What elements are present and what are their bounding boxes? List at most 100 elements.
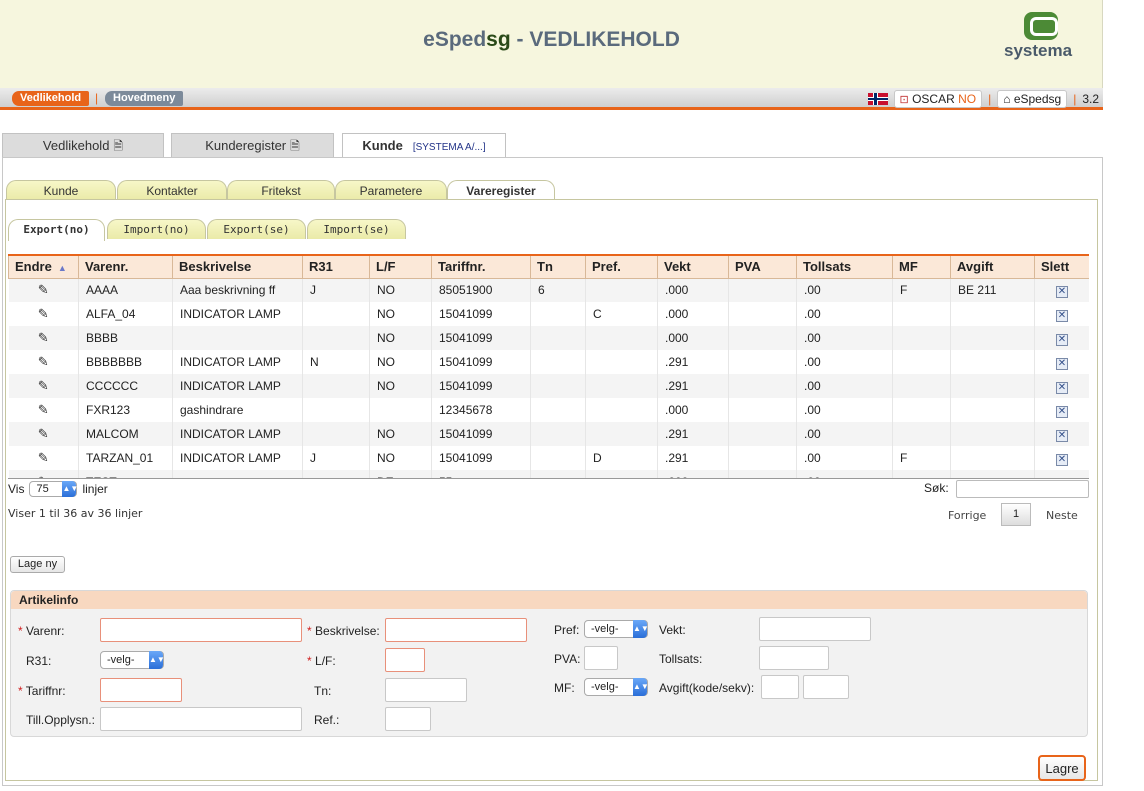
table-row[interactable]: ✎ AAAA Aaa beskrivning ff J NO 85051900 6 .000.… [8, 278, 1089, 302]
tab-kunderegister[interactable]: Kunderegister 🗎 [171, 133, 334, 157]
subtab-kontakter[interactable]: Kontakter [117, 180, 227, 200]
col-pref[interactable]: Pref. [585, 254, 658, 279]
subtab-fritekst[interactable]: Fritekst [227, 180, 335, 200]
delete-cell[interactable]: ✕ [1034, 398, 1089, 422]
col-tariffnr[interactable]: Tariffnr. [431, 254, 531, 279]
pva-input[interactable] [584, 646, 618, 670]
delete-icon[interactable]: ✕ [1056, 429, 1068, 442]
delete-icon[interactable]: ✕ [1056, 477, 1068, 478]
nav-vedlikehold[interactable]: Vedlikehold [12, 91, 90, 106]
edit-cell[interactable]: ✎ [8, 446, 79, 470]
col-mf[interactable]: MF [892, 254, 951, 279]
tab-vedlikehold[interactable]: Vedlikehold 🗎 [2, 133, 164, 157]
table-row[interactable]: ✎ CCCCCC INDICATOR LAMP NO 15041099 .291 .00 ✕ [8, 374, 1089, 398]
table-row[interactable]: ✎ MALCOM INDICATOR LAMP NO 15041099 .291 .00 ✕ [8, 422, 1089, 446]
pencil-icon[interactable]: ✎ [38, 354, 49, 369]
edit-cell[interactable]: ✎ [8, 470, 79, 478]
till-opplysn-input[interactable] [100, 707, 302, 731]
table-row[interactable]: ✎ BBBBBBB INDICATOR LAMP N NO 15041099 .291 .00… [8, 350, 1089, 374]
pencil-icon[interactable]: ✎ [38, 378, 49, 393]
edit-cell[interactable]: ✎ [8, 398, 79, 422]
edit-cell[interactable]: ✎ [8, 302, 79, 326]
delete-icon[interactable]: ✕ [1056, 405, 1068, 418]
col-tn[interactable]: Tn [530, 254, 586, 279]
ref-input[interactable] [385, 707, 431, 731]
col-vekt[interactable]: Vekt [657, 254, 729, 279]
beskrivelse-input[interactable] [385, 618, 527, 642]
lage-ny-button[interactable]: Lage ny [10, 556, 65, 573]
vare-table-scroll[interactable]: Endre ▲ Varenr. Beskrivelse R31 L/F Tarif… [8, 254, 1089, 479]
varenr-input[interactable] [100, 618, 302, 642]
table-row[interactable]: ✎ ALFA_04 INDICATOR LAMP NO 15041099 C .000 .00… [8, 302, 1089, 326]
pencil-icon[interactable]: ✎ [38, 450, 49, 465]
col-slett[interactable]: Slett [1034, 254, 1089, 279]
edit-cell[interactable]: ✎ [8, 422, 79, 446]
norway-flag-icon[interactable] [867, 93, 888, 105]
col-beskrivelse[interactable]: Beskrivelse [172, 254, 303, 279]
delete-cell[interactable]: ✕ [1034, 374, 1089, 398]
pencil-icon[interactable]: ✎ [38, 426, 49, 441]
col-lf[interactable]: L/F [369, 254, 432, 279]
col-tollsats[interactable]: Tollsats [796, 254, 893, 279]
search-input[interactable] [956, 480, 1089, 498]
delete-cell[interactable]: ✕ [1034, 302, 1089, 326]
nav-hovedmeny[interactable]: Hovedmeny [105, 91, 184, 106]
delete-icon[interactable]: ✕ [1056, 381, 1068, 394]
delete-cell[interactable]: ✕ [1034, 350, 1089, 374]
col-endre[interactable]: Endre ▲ [8, 254, 79, 279]
vekt-input[interactable] [759, 617, 871, 641]
delete-icon[interactable]: ✕ [1056, 453, 1068, 466]
col-avgift[interactable]: Avgift [950, 254, 1035, 279]
table-row[interactable]: ✎ TARZAN_01 INDICATOR LAMP J NO 15041099 D .291… [8, 446, 1089, 470]
edit-cell[interactable]: ✎ [8, 350, 79, 374]
pencil-icon[interactable]: ✎ [38, 474, 49, 478]
app-link[interactable]: ⌂ eSpedsg [997, 90, 1068, 108]
r31-select[interactable]: -velg- ▲▼ [100, 651, 165, 669]
delete-cell[interactable]: ✕ [1034, 446, 1089, 470]
table-cell [728, 350, 797, 374]
tab-import-se[interactable]: Import(se) [307, 219, 406, 239]
table-row[interactable]: ✎ BBBB NO 15041099 .000 .00 ✕ [8, 326, 1089, 350]
tab-export-se[interactable]: Export(se) [207, 219, 306, 239]
table-row[interactable]: ✎ FXR123 gashindrare 12345678 .000 .00 ✕ [8, 398, 1089, 422]
table-cell [728, 302, 797, 326]
pencil-icon[interactable]: ✎ [38, 306, 49, 321]
lf-input[interactable] [385, 648, 425, 672]
edit-cell[interactable]: ✎ [8, 326, 79, 350]
prev-page-button[interactable]: Forrige [948, 509, 986, 522]
delete-cell[interactable]: ✕ [1034, 422, 1089, 446]
col-pva[interactable]: PVA [728, 254, 797, 279]
col-varenr[interactable]: Varenr. [78, 254, 173, 279]
page-number-button[interactable]: 1 [1001, 503, 1031, 526]
delete-cell[interactable]: ✕ [1034, 326, 1089, 350]
avgift-kode-input[interactable] [761, 675, 799, 699]
delete-icon[interactable]: ✕ [1056, 357, 1068, 370]
lagre-button[interactable]: Lagre [1038, 755, 1086, 781]
page-length-select[interactable]: 75 ▲▼ [29, 481, 78, 497]
avgift-sekv-input[interactable] [803, 675, 849, 699]
table-row[interactable]: ✎ TEST DE55 .000 .00 ✕ [8, 470, 1089, 478]
pencil-icon[interactable]: ✎ [38, 282, 49, 297]
subtab-kunde[interactable]: Kunde [6, 180, 116, 200]
tab-kunde[interactable]: Kunde [SYSTEMA A/...] [342, 133, 506, 159]
pencil-icon[interactable]: ✎ [38, 330, 49, 345]
mf-select[interactable]: -velg- ▲▼ [584, 678, 649, 696]
delete-icon[interactable]: ✕ [1056, 333, 1068, 346]
tab-import-no[interactable]: Import(no) [107, 219, 206, 239]
next-page-button[interactable]: Neste [1046, 509, 1078, 522]
delete-cell[interactable]: ✕ [1034, 278, 1089, 302]
col-r31[interactable]: R31 [302, 254, 370, 279]
tn-input[interactable] [385, 678, 467, 702]
user-badge[interactable]: ⊡ OSCAR NO [893, 90, 983, 108]
delete-cell[interactable]: ✕ [1034, 470, 1089, 478]
edit-cell[interactable]: ✎ [8, 374, 79, 398]
tab-export-no[interactable]: Export(no) [8, 219, 105, 241]
tariffnr-input[interactable] [100, 678, 182, 702]
pref-select[interactable]: -velg- ▲▼ [584, 620, 649, 638]
edit-cell[interactable]: ✎ [8, 278, 79, 302]
subtab-parametere[interactable]: Parametere [335, 180, 447, 200]
delete-icon[interactable]: ✕ [1056, 285, 1068, 298]
pencil-icon[interactable]: ✎ [38, 402, 49, 417]
tollsats-input[interactable] [759, 646, 829, 670]
delete-icon[interactable]: ✕ [1056, 309, 1068, 322]
